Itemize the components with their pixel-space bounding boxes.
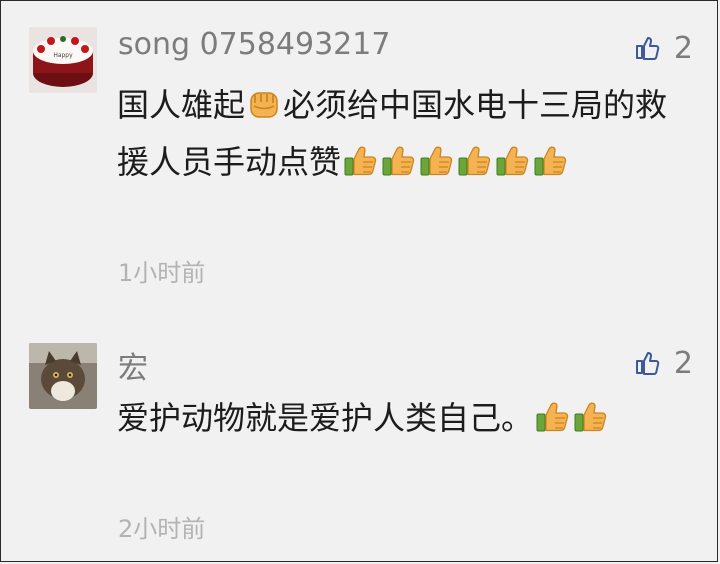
thumbs-up-emoji-group xyxy=(341,143,569,181)
thumbs-up-icon xyxy=(635,37,660,60)
comment-text: 爱护动物就是爱护人类自己。 xyxy=(117,390,677,447)
fist-emoji xyxy=(250,92,278,118)
comment-text-part: 国人雄起 xyxy=(117,86,246,124)
comment-text: 国人雄起 必须给中国水电十三局的救援人员手动点赞 xyxy=(117,77,677,191)
avatar[interactable] xyxy=(29,343,97,409)
thumbs-up-icon xyxy=(635,352,660,375)
thumbs-up-emoji xyxy=(344,146,377,176)
thumbs-up-emoji xyxy=(458,146,491,176)
thumbs-up-emoji-group xyxy=(533,399,609,437)
thumbs-up-emoji xyxy=(382,146,415,176)
like-count: 2 xyxy=(673,30,693,66)
comment-text-part: 爱护动物就是爱护人类自己。 xyxy=(117,399,534,437)
thumbs-up-emoji xyxy=(536,402,569,432)
thumbs-up-emoji xyxy=(574,402,607,432)
like-button[interactable]: 2 xyxy=(634,28,693,68)
comment-list: Happy song 0758493217 2 国人雄起 必须给中国水电十三局的… xyxy=(0,0,718,562)
username[interactable]: song 0758493217 xyxy=(118,27,390,62)
like-count: 2 xyxy=(673,345,693,381)
svg-text:Happy: Happy xyxy=(53,52,73,59)
like-button[interactable]: 2 xyxy=(634,343,693,383)
timestamp: 2小时前 xyxy=(118,515,206,543)
timestamp: 1小时前 xyxy=(118,259,206,287)
thumbs-up-emoji xyxy=(496,146,529,176)
thumbs-up-emoji xyxy=(420,146,453,176)
username[interactable]: 宏 xyxy=(118,343,148,387)
thumbs-up-emoji xyxy=(534,146,567,176)
avatar[interactable]: Happy xyxy=(29,27,97,93)
